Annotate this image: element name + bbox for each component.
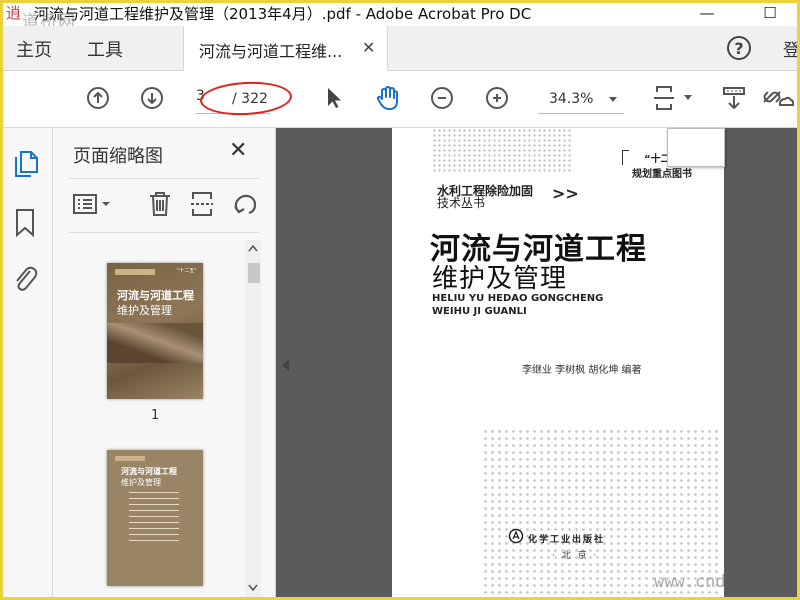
sign-in-button[interactable]: 登: [783, 36, 800, 61]
page-thumbnails-button[interactable]: [12, 148, 40, 182]
scroll-mode-button[interactable]: [720, 84, 748, 112]
publisher-city: · 北 京 ·: [552, 551, 599, 561]
hand-icon: [376, 86, 398, 110]
page-thumbnail-1[interactable]: "十二五" 河流与河道工程 维护及管理: [107, 263, 203, 399]
scroll-down-icon: [248, 584, 258, 591]
minimize-button[interactable]: —: [687, 0, 727, 26]
close-panel-icon[interactable]: ✕: [229, 138, 247, 163]
watermark-bottom: www.cnd: [654, 572, 726, 592]
attachments-button[interactable]: [12, 263, 38, 297]
previous-page-button[interactable]: [84, 84, 112, 112]
pages-icon: [15, 151, 38, 177]
halftone-pattern: [432, 128, 572, 174]
thumb-subtitle: 维护及管理: [117, 304, 172, 317]
series-type: 技术丛书: [437, 196, 486, 210]
main-toolbar: 3 / 322 34.3%: [0, 71, 800, 128]
title-pinyin-line-2: WEIHU JI GUANLI: [432, 306, 527, 317]
link-cloud-icon: [763, 91, 794, 106]
fit-page-button[interactable]: [652, 84, 696, 112]
close-tab-icon[interactable]: ✕: [362, 38, 375, 57]
thumb-title: 河流与河道工程: [117, 289, 194, 302]
insert-page-button[interactable]: [189, 190, 215, 222]
trash-icon: [150, 192, 170, 216]
document-tab-label: 河流与河道工程维...: [199, 42, 343, 61]
tag-bracket: [622, 150, 629, 165]
thumb-image: [107, 323, 203, 363]
book-subtitle: 维护及管理: [432, 264, 568, 294]
fit-page-icon: [654, 86, 692, 110]
zoom-out-button[interactable]: [428, 84, 456, 112]
page-thumbnail-2[interactable]: 河流与河道工程 维护及管理: [107, 450, 203, 586]
list-options-icon: [73, 194, 110, 214]
minus-icon: [431, 87, 453, 109]
next-page-button[interactable]: [138, 84, 166, 112]
red-highlight-annotation: [199, 79, 293, 118]
select-tool-button[interactable]: [320, 84, 348, 112]
zoom-in-button[interactable]: [483, 84, 511, 112]
paperclip-icon: [16, 266, 38, 291]
panel-divider-2: [69, 232, 259, 233]
zoom-value: 34.3%: [549, 91, 594, 107]
bookmarks-button[interactable]: [14, 208, 36, 242]
arrow-up-icon: [87, 87, 109, 109]
thumbnail-label-1: 1: [151, 408, 160, 423]
series-arrow: >>: [552, 184, 579, 203]
arrow-down-icon: [141, 87, 163, 109]
floating-overlay: [667, 128, 725, 167]
plus-icon: [486, 87, 508, 109]
zoom-underline: [538, 113, 624, 114]
app-logo-icon: 逍: [6, 4, 22, 22]
scroll-up-icon: [248, 245, 258, 252]
cursor-arrow-icon: [328, 88, 341, 108]
scroll-page-icon: [723, 87, 745, 110]
thumb-title: 河流与河道工程: [121, 467, 177, 476]
thumb-text-lines: [129, 492, 179, 493]
share-link-button[interactable]: [758, 84, 794, 112]
tab-home[interactable]: 主页: [16, 36, 52, 62]
delete-page-button[interactable]: [147, 190, 173, 222]
help-icon[interactable]: ?: [727, 36, 751, 60]
insert-page-icon: [191, 192, 213, 216]
thumb-subtitle: 维护及管理: [121, 478, 161, 487]
maximize-button[interactable]: ☐: [750, 0, 790, 26]
scrollbar-thumb[interactable]: [248, 263, 260, 283]
thumb-tag: "十二五": [177, 268, 197, 274]
chevron-down-icon: [609, 97, 617, 102]
page-thumbnails-panel: 页面缩略图 ✕ "十二五" 河流与河道工程 维护及管理 1 河流与河道工程 维护…: [53, 128, 276, 600]
publisher-logo-icon: [508, 528, 524, 544]
panel-title: 页面缩略图: [73, 146, 163, 167]
pdf-page: “十二五” 规划重点图书 水利工程除险加固 技术丛书 >> 河流与河道工程 维护…: [392, 128, 724, 600]
title-bar: 逍 河流与河道工程维护及管理（2013年4月）.pdf - Adobe Acro…: [0, 0, 800, 32]
series-tag-2: 规划重点图书: [632, 169, 692, 180]
thumbnail-options-button[interactable]: [71, 190, 115, 222]
rotate-icon: [234, 194, 257, 215]
tab-document[interactable]: 河流与河道工程维... ✕: [183, 26, 388, 71]
authors: 李继业 李树枫 胡化坤 编著: [522, 365, 642, 376]
publisher-name: 化学工业出版社: [528, 535, 606, 545]
thumbnail-scrollbar[interactable]: [245, 240, 261, 600]
panel-divider: [69, 178, 259, 179]
hand-tool-button[interactable]: [374, 84, 402, 112]
collapse-panel-icon[interactable]: [282, 359, 289, 371]
window-title: 河流与河道工程维护及管理（2013年4月）.pdf - Adobe Acroba…: [34, 5, 532, 23]
thumb-series-band: [115, 456, 145, 461]
tab-tools[interactable]: 工具: [87, 36, 123, 62]
rotate-page-button[interactable]: [231, 190, 259, 222]
tab-bar: 主页 工具 河流与河道工程维... ✕ ? 登: [0, 26, 800, 71]
left-navigation-rail: [0, 128, 53, 600]
thumb-series-band: [115, 269, 155, 275]
title-pinyin-line-1: HELIU YU HEDAO GONGCHENG: [432, 293, 604, 304]
bookmark-icon: [16, 209, 34, 238]
